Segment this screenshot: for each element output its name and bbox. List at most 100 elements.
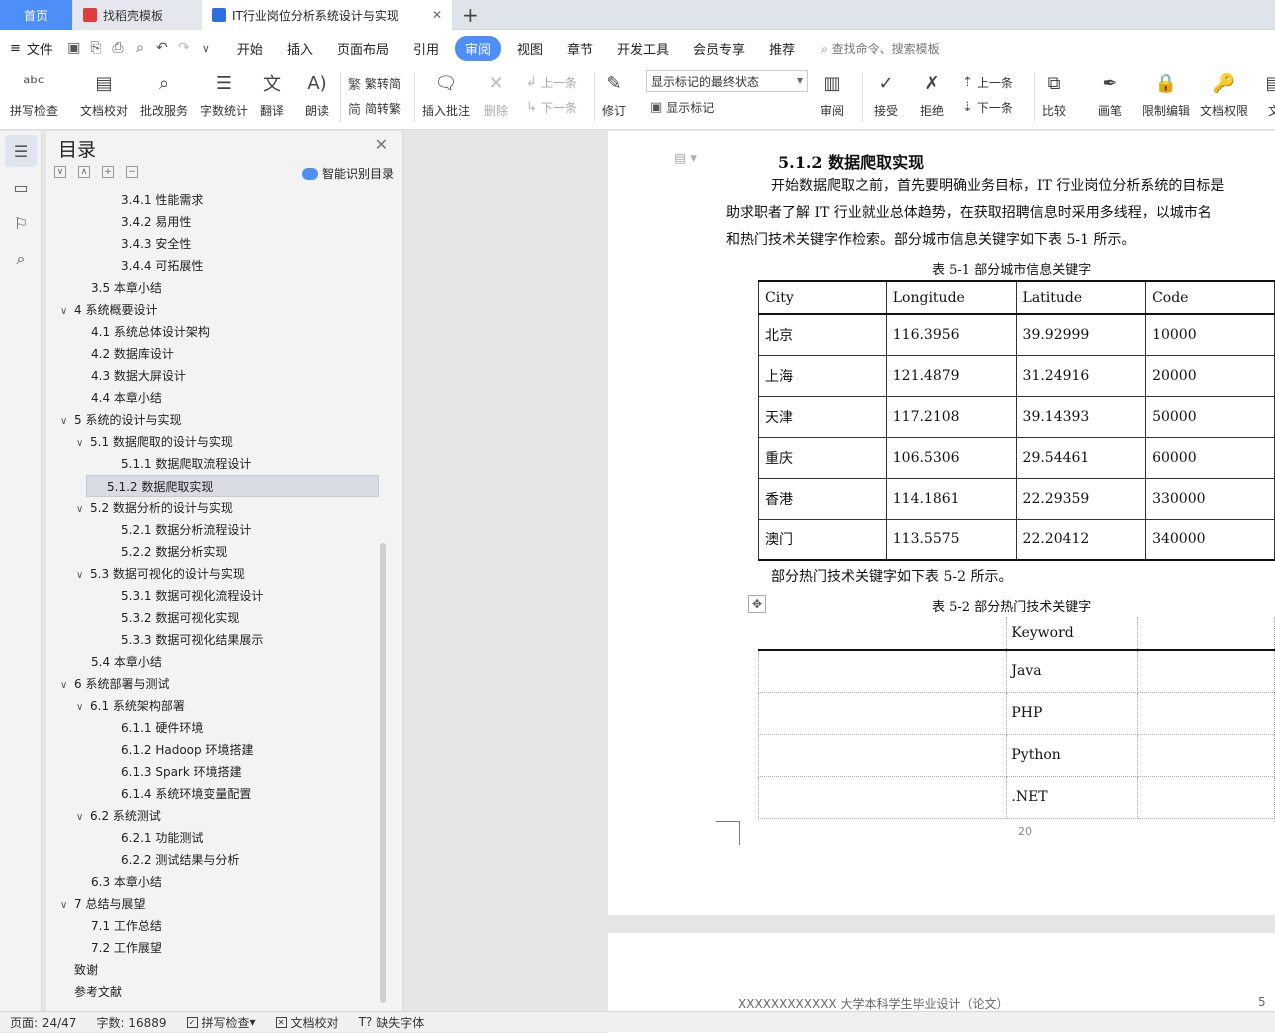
toc-item[interactable]: 4.3 数据大屏设计 (91, 365, 186, 387)
prev-comment-button[interactable]: ↲ 上一条 (526, 74, 577, 91)
close-icon[interactable]: ✕ (432, 8, 442, 22)
redo-icon[interactable]: ↷ (173, 40, 195, 56)
spell-check-status[interactable]: ✓ 拼写检查 ▾ (177, 1014, 266, 1031)
table-cell[interactable]: 117.2108 (885, 395, 1017, 438)
table-cell[interactable]: 澳门 (758, 518, 887, 561)
translate-button[interactable]: 文翻译 (258, 70, 286, 119)
table-header-cell[interactable]: City (758, 280, 887, 315)
table-cell[interactable]: 121.4879 (885, 354, 1017, 397)
menu-item[interactable]: 审阅 (454, 35, 501, 61)
doc-check-button[interactable]: ▤ 文档校对 (80, 70, 128, 119)
table-header-cell[interactable]: Keyword (1006, 617, 1138, 651)
menu-item[interactable]: 开始 (225, 39, 275, 58)
next-change-button[interactable]: ⇣ 下一条 (962, 99, 1013, 116)
toc-item[interactable]: 4.2 数据库设计 (91, 343, 174, 365)
word-count-indicator[interactable]: 字数: 16889 (86, 1014, 176, 1031)
track-changes-button[interactable]: ✎ 修订 (600, 70, 628, 119)
more-button[interactable]: ▤ 文 (1260, 70, 1275, 119)
toc-item[interactable]: ∨ 6 系统部署与测试 (60, 673, 169, 695)
table-cell[interactable]: 113.5575 (885, 518, 1017, 561)
toc-item[interactable]: 6.1.1 硬件环境 (121, 717, 203, 739)
menu-item[interactable]: 插入 (275, 39, 325, 58)
toc-item[interactable]: 5.1.2 数据爬取实现 (86, 475, 379, 497)
toc-item[interactable]: 5.3.2 数据可视化实现 (121, 607, 239, 629)
expand-icon[interactable]: + (102, 166, 114, 178)
toc-item[interactable]: ∨ 6.2 系统测试 (76, 805, 161, 827)
toc-scrollbar[interactable] (380, 543, 386, 1003)
show-markup-button[interactable]: ▣ 显示标记 (650, 99, 714, 116)
menu-item[interactable]: 推荐 (757, 39, 807, 58)
chevron-down-icon[interactable]: ∨ (195, 42, 217, 55)
chapter-nav-icon[interactable]: ▭ (5, 171, 37, 203)
toc-item[interactable]: 7.2 工作展望 (91, 937, 162, 959)
move-table-icon[interactable]: ✥ (748, 595, 766, 613)
toc-item[interactable]: ∨ 5.1 数据爬取的设计与实现 (76, 431, 233, 453)
toc-item[interactable]: 7.1 工作总结 (91, 915, 162, 937)
compare-button[interactable]: ⧉ 比较 (1040, 70, 1068, 119)
missing-font-status[interactable]: T? 缺失字体 (349, 1014, 435, 1031)
table-cell[interactable]: 北京 (758, 313, 887, 356)
read-aloud-button[interactable]: A) 朗读 (303, 70, 331, 119)
table-cell[interactable]: 29.54461 (1015, 436, 1147, 479)
toc-nav-icon[interactable]: ☰ (5, 135, 37, 167)
table-cell[interactable]: 香港 (758, 477, 887, 520)
table-cell-empty[interactable] (1136, 649, 1275, 693)
menu-item[interactable]: 开发工具 (605, 39, 681, 58)
toc-item[interactable]: 5.4 本章小结 (91, 651, 162, 673)
markup-state-select[interactable]: 显示标记的最终状态 (646, 70, 808, 92)
toc-item[interactable]: 5.2.1 数据分析流程设计 (121, 519, 251, 541)
table-header-cell[interactable]: Longitude (885, 280, 1017, 315)
next-comment-button[interactable]: ↳ 下一条 (526, 99, 577, 116)
review-service-button[interactable]: ⌕ 批改服务 (140, 70, 188, 119)
table-cell-empty[interactable] (757, 733, 1008, 777)
table-cell[interactable]: 重庆 (758, 436, 887, 479)
print-preview-icon[interactable]: ⌕ (129, 40, 151, 56)
table-cell[interactable]: Java (1006, 649, 1138, 693)
tab-document[interactable]: IT行业岗位分析系统设计与实现 ✕ (202, 0, 452, 30)
command-search[interactable]: ⌕ 查找命令、搜索模板 (821, 40, 940, 57)
restrict-edit-button[interactable]: 🔒 限制编辑 (1142, 70, 1190, 119)
table-cell[interactable]: 22.29359 (1015, 477, 1147, 520)
collapse-icon[interactable]: − (126, 166, 138, 178)
toc-item[interactable]: 3.4.2 易用性 (121, 211, 191, 233)
toc-item[interactable]: 6.1.4 系统环境变量配置 (121, 783, 251, 805)
spell-check-button[interactable]: ᵃᵇᶜ 拼写检查 (10, 70, 58, 119)
toc-item[interactable]: 5.3.3 数据可视化结果展示 (121, 629, 263, 651)
table-cell[interactable]: 天津 (758, 395, 887, 438)
reject-button[interactable]: ✗ 拒绝 (918, 70, 946, 119)
save-icon[interactable]: ▣ (63, 40, 85, 56)
review-pane-button[interactable]: ▥ 审阅 (818, 70, 846, 119)
toc-item[interactable]: 3.5 本章小结 (91, 277, 162, 299)
table-cell[interactable]: 31.24916 (1015, 354, 1147, 397)
menu-item[interactable]: 页面布局 (325, 39, 401, 58)
toc-item[interactable]: ∨ 7 总结与展望 (60, 893, 145, 915)
doc-check-status[interactable]: ✕ 文档校对 (266, 1014, 349, 1031)
table-cell[interactable]: .NET (1006, 775, 1138, 819)
table-cell-empty[interactable] (1136, 691, 1275, 735)
chevron-down-icon[interactable]: ∨ (60, 411, 74, 433)
accept-button[interactable]: ✓ 接受 (872, 70, 900, 119)
table-cell[interactable]: 106.5306 (885, 436, 1017, 479)
table-header-cell[interactable]: Code (1145, 280, 1275, 315)
toc-item[interactable]: 4.1 系统总体设计架构 (91, 321, 210, 343)
toc-item[interactable]: ∨ 5 系统的设计与实现 (60, 409, 181, 431)
menu-item[interactable]: 章节 (555, 39, 605, 58)
chevron-down-icon[interactable]: ∨ (76, 499, 90, 521)
table-cell-empty[interactable] (1136, 775, 1275, 819)
search-icon[interactable]: ⌕ (5, 243, 37, 275)
t2s-button[interactable]: 繁繁转简 (348, 74, 401, 93)
toc-item[interactable]: 6.1.3 Spark 环境搭建 (121, 761, 242, 783)
table-cell-empty[interactable] (1136, 617, 1275, 651)
table-cell-empty[interactable] (757, 775, 1008, 819)
menu-item[interactable]: 视图 (505, 39, 555, 58)
print-icon[interactable]: ⎙ (107, 40, 129, 56)
table-cell[interactable]: 上海 (758, 354, 887, 397)
table-cell[interactable]: 116.3956 (885, 313, 1017, 356)
table-cell[interactable]: 20000 (1145, 354, 1275, 397)
table-cell-empty[interactable] (1136, 733, 1275, 777)
insert-comment-button[interactable]: 🗨 插入批注 (422, 70, 470, 119)
doc-permission-button[interactable]: 🔑 文档权限 (1200, 70, 1248, 119)
table-cell[interactable]: 114.1861 (885, 477, 1017, 520)
toc-item[interactable]: 6.2.2 测试结果与分析 (121, 849, 239, 871)
chevron-down-icon[interactable]: ∨ (76, 807, 90, 829)
